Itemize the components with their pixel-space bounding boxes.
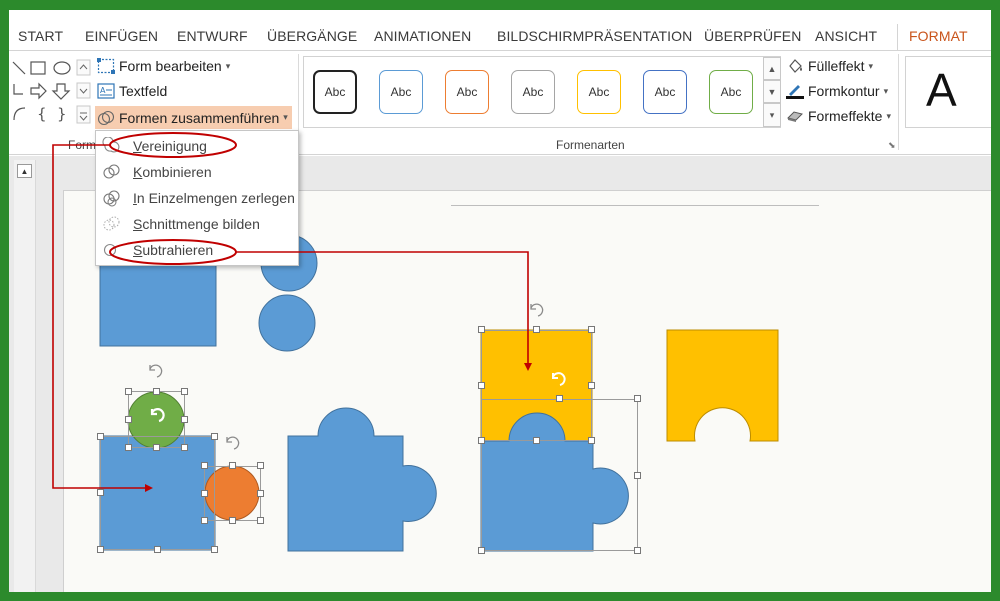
resize-handle[interactable]	[97, 489, 104, 496]
resize-handle[interactable]	[588, 437, 595, 444]
resize-handle[interactable]	[588, 382, 595, 389]
resize-handle[interactable]	[181, 444, 188, 451]
resize-handle[interactable]	[634, 547, 641, 554]
selection-box-rectangle	[100, 436, 215, 550]
blue-circle-shape	[258, 294, 316, 352]
resize-handle[interactable]	[181, 388, 188, 395]
resize-handle[interactable]	[97, 546, 104, 553]
resize-handle[interactable]	[125, 388, 132, 395]
union-icon	[102, 137, 120, 153]
resize-handle[interactable]	[211, 546, 218, 553]
resize-handle[interactable]	[478, 382, 485, 389]
yellow-subtract-result-shape	[666, 329, 779, 442]
resize-handle[interactable]	[533, 326, 540, 333]
resize-handle[interactable]	[257, 490, 264, 497]
resize-handle[interactable]	[181, 416, 188, 423]
puzzle-union-shape	[287, 407, 437, 552]
resize-handle[interactable]	[588, 326, 595, 333]
resize-handle[interactable]	[478, 547, 485, 554]
resize-handle[interactable]	[125, 416, 132, 423]
menu-label-union: Vereinigung	[133, 138, 207, 154]
menu-item-fragment[interactable]: In Einzelmengen zerlegen	[96, 185, 298, 211]
resize-handle[interactable]	[201, 490, 208, 497]
rotate-handle-icon	[226, 436, 240, 450]
resize-handle[interactable]	[478, 437, 485, 444]
resize-handle[interactable]	[533, 437, 540, 444]
menu-item-subtract[interactable]: Subtrahieren	[96, 237, 298, 263]
resize-handle[interactable]	[257, 462, 264, 469]
selection-box-orange	[204, 466, 261, 521]
resize-handle[interactable]	[478, 326, 485, 333]
resize-handle[interactable]	[211, 433, 218, 440]
resize-handle[interactable]	[634, 395, 641, 402]
resize-handle[interactable]	[153, 444, 160, 451]
rotate-handle-icon	[149, 364, 163, 378]
combine-icon	[103, 164, 120, 179]
merge-shapes-menu: Vereinigung Kombinieren In Einzelmengen …	[95, 130, 299, 266]
selection-box-puzzle	[481, 399, 638, 551]
resize-handle[interactable]	[556, 395, 563, 402]
resize-handle[interactable]	[229, 517, 236, 524]
resize-handle[interactable]	[634, 472, 641, 479]
resize-handle[interactable]	[201, 517, 208, 524]
menu-item-intersect[interactable]: Schnittmenge bilden	[96, 211, 298, 237]
resize-handle[interactable]	[201, 462, 208, 469]
resize-handle[interactable]	[257, 517, 264, 524]
menu-label-combine: Kombinieren	[133, 164, 212, 180]
intersect-icon	[103, 216, 120, 231]
resize-handle[interactable]	[153, 388, 160, 395]
rotate-handle-icon	[530, 303, 544, 317]
menu-label-intersect: Schnittmenge bilden	[133, 216, 260, 232]
resize-handle[interactable]	[154, 546, 161, 553]
menu-item-union[interactable]: Vereinigung	[96, 133, 298, 159]
subtract-icon	[103, 243, 117, 257]
menu-label-subtract: Subtrahieren	[133, 242, 214, 258]
resize-handle[interactable]	[125, 444, 132, 451]
menu-item-combine[interactable]: Kombinieren	[96, 159, 298, 185]
fragment-icon	[103, 190, 120, 207]
menu-label-fragment: In Einzelmengen zerlegen	[133, 190, 295, 206]
resize-handle[interactable]	[97, 433, 104, 440]
resize-handle[interactable]	[229, 462, 236, 469]
